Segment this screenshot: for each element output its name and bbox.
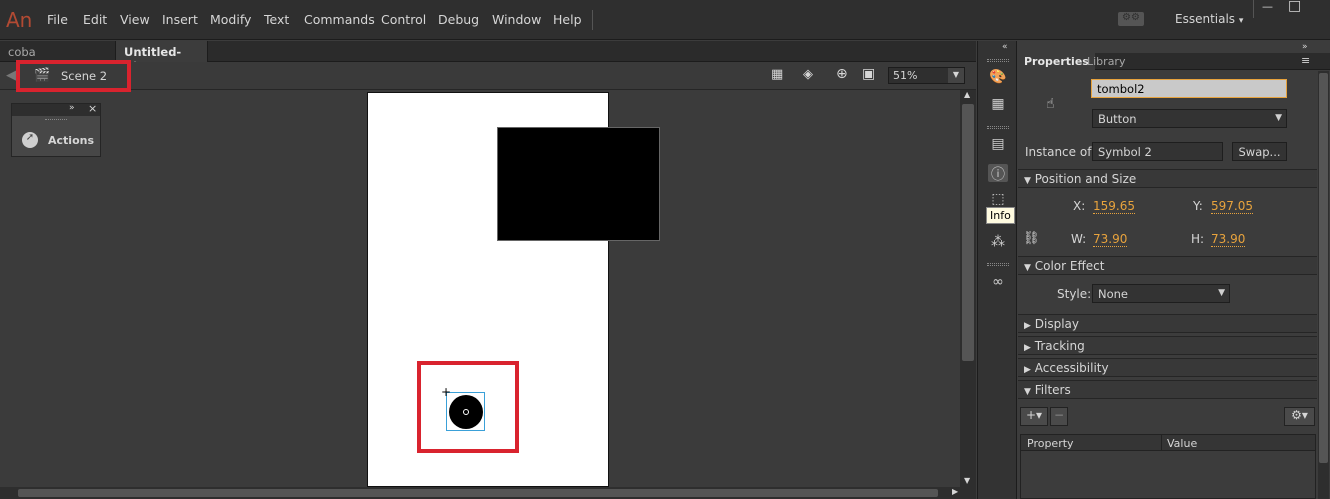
- button-symbol-icon: ☝: [1046, 96, 1055, 112]
- scroll-thumb[interactable]: [1319, 73, 1328, 463]
- black-rectangle-shape[interactable]: [497, 127, 660, 241]
- panel-menu-icon[interactable]: ≡: [1301, 54, 1310, 67]
- properties-scrollbar[interactable]: [1318, 71, 1329, 499]
- clip-content-icon[interactable]: ▣: [862, 66, 875, 82]
- collapse-icon[interactable]: «: [1002, 42, 1008, 52]
- section-color-effect[interactable]: ▼ Color Effect: [1018, 256, 1317, 275]
- menu-window[interactable]: Window: [492, 12, 541, 27]
- center-stage-icon[interactable]: ⊕: [836, 66, 848, 82]
- menu-file[interactable]: File: [47, 12, 68, 27]
- x-value[interactable]: 159.65: [1093, 199, 1135, 214]
- instance-of-field: Symbol 2: [1092, 142, 1223, 161]
- h-value[interactable]: 73.90: [1211, 232, 1246, 247]
- section-display[interactable]: ▶ Display: [1018, 314, 1317, 333]
- y-label: Y:: [1193, 199, 1203, 213]
- window-separator: [1253, 0, 1254, 18]
- menubar: An File Edit View Insert Modify Text Com…: [0, 0, 1330, 40]
- scroll-down-icon[interactable]: ▼: [964, 476, 970, 485]
- chevron-down-icon: ▼: [1218, 288, 1225, 298]
- hscroll-thumb[interactable]: [18, 489, 938, 497]
- filter-options-gear-icon[interactable]: ⚙▾: [1284, 407, 1315, 426]
- x-label: X:: [1073, 199, 1086, 213]
- vertical-scrollbar[interactable]: ▲ ▼: [960, 90, 976, 487]
- filters-table: Property Value: [1020, 434, 1316, 499]
- menu-view[interactable]: View: [120, 12, 150, 27]
- panel-icon-strip: « 🎨 ▦ ▤ ⓘ ⬚ ⁂ ∞: [977, 41, 1017, 499]
- column-value[interactable]: Value: [1167, 437, 1197, 450]
- section-filters[interactable]: ▼ Filters: [1018, 380, 1317, 399]
- sync-settings-icon[interactable]: ⚙⚙: [1118, 12, 1144, 26]
- properties-tabs: Properties Library ≡: [1018, 53, 1330, 70]
- menu-modify[interactable]: Modify: [210, 12, 251, 27]
- menu-help[interactable]: Help: [553, 12, 582, 27]
- properties-panel: » Properties Library ≡ ☝ tombol2 Button ▼…: [1018, 41, 1330, 499]
- panel-grip: [987, 126, 1009, 129]
- panel-grip: [987, 263, 1009, 266]
- horizontal-scrollbar[interactable]: ▶: [0, 487, 976, 499]
- align-icon[interactable]: ▤: [988, 136, 1008, 154]
- filters-table-header: Property Value: [1021, 435, 1315, 451]
- app-logo: An: [6, 8, 33, 32]
- w-label: W:: [1071, 232, 1087, 246]
- section-position-size[interactable]: ▼ Position and Size: [1018, 169, 1317, 188]
- maximize-button[interactable]: □: [1288, 0, 1301, 14]
- menu-edit[interactable]: Edit: [83, 12, 107, 27]
- w-value[interactable]: 73.90: [1093, 232, 1128, 247]
- workspace-switcher[interactable]: Essentials ▾: [1175, 12, 1243, 26]
- add-filter-button[interactable]: +▾: [1020, 407, 1048, 426]
- expand-icon[interactable]: »: [1302, 42, 1308, 52]
- scroll-thumb[interactable]: [962, 104, 974, 361]
- chevron-down-icon: ▼: [1275, 113, 1282, 123]
- column-property[interactable]: Property: [1027, 437, 1074, 450]
- tab-library[interactable]: Library: [1081, 53, 1131, 70]
- menu-insert[interactable]: Insert: [162, 12, 198, 27]
- link-icon[interactable]: ⛓: [1023, 231, 1040, 246]
- column-divider: [1161, 435, 1162, 451]
- actions-panel: » × ➚ Actions: [11, 102, 101, 157]
- menu-control[interactable]: Control: [381, 12, 426, 27]
- info-icon[interactable]: ⓘ: [988, 164, 1008, 183]
- actions-label[interactable]: Actions: [48, 134, 94, 147]
- highlight-box-button: [417, 361, 519, 453]
- back-arrow-icon[interactable]: ◀: [6, 68, 16, 83]
- panel-grip: [45, 119, 67, 122]
- y-value[interactable]: 597.05: [1211, 199, 1253, 214]
- style-label: Style:: [1057, 287, 1092, 301]
- close-icon[interactable]: ×: [88, 102, 97, 115]
- section-tracking[interactable]: ▶ Tracking: [1018, 336, 1317, 355]
- edit-bar: ◀ 🎬 Scene 2 ▦ ◈ ⊕ ▣ 51% ▼: [0, 62, 976, 90]
- color-palette-icon[interactable]: 🎨: [988, 69, 1008, 87]
- scroll-right-icon[interactable]: ▶: [952, 487, 958, 496]
- scroll-up-icon[interactable]: ▲: [964, 90, 970, 99]
- h-label: H:: [1191, 232, 1205, 246]
- menu-text[interactable]: Text: [264, 12, 289, 27]
- swap-button[interactable]: Swap...: [1232, 142, 1287, 161]
- instance-of-label: Instance of:: [1025, 145, 1096, 159]
- remove-filter-button[interactable]: −: [1050, 407, 1068, 426]
- creative-cloud-icon[interactable]: ∞: [988, 274, 1008, 292]
- instance-name-input[interactable]: tombol2: [1091, 79, 1287, 98]
- document-tabs: coba scene.fla*× Untitled-2*×: [0, 41, 976, 73]
- section-accessibility[interactable]: ▶ Accessibility: [1018, 358, 1317, 377]
- style-select[interactable]: None ▼: [1092, 284, 1230, 303]
- info-tooltip: Info: [986, 207, 1015, 224]
- zoom-select[interactable]: 51% ▼: [888, 67, 965, 84]
- menu-debug[interactable]: Debug: [438, 12, 479, 27]
- menu-separator: [592, 10, 593, 30]
- minimize-button[interactable]: —: [1262, 0, 1273, 13]
- collapse-icon[interactable]: »: [69, 103, 75, 113]
- motion-presets-icon[interactable]: ⁂: [988, 234, 1008, 252]
- edit-symbols-icon[interactable]: ◈: [803, 67, 813, 82]
- swatches-grid-icon[interactable]: ▦: [988, 96, 1008, 114]
- tab-untitled-2[interactable]: Untitled-2*×: [116, 41, 208, 73]
- highlight-box-scene: [16, 60, 131, 92]
- symbol-type-select[interactable]: Button ▼: [1092, 109, 1287, 128]
- panel-grip: [987, 59, 1009, 62]
- chevron-down-icon[interactable]: ▼: [948, 68, 964, 83]
- actions-icon[interactable]: ➚: [22, 132, 38, 148]
- actions-panel-header[interactable]: » ×: [12, 102, 100, 116]
- edit-scene-icon[interactable]: ▦: [771, 67, 783, 82]
- menu-commands[interactable]: Commands: [304, 12, 375, 27]
- tab-coba-scene[interactable]: coba scene.fla*×: [0, 41, 116, 73]
